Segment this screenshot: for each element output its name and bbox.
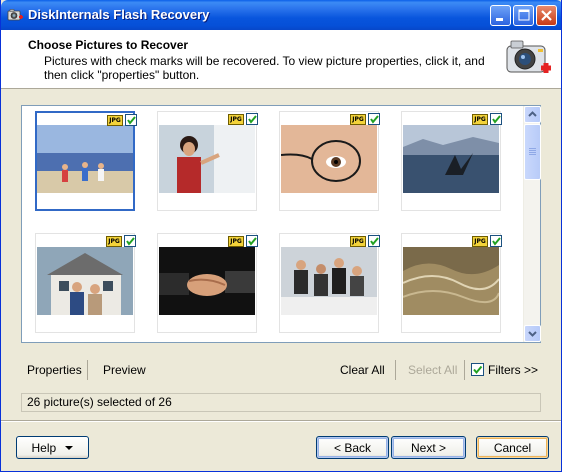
selection-status: 26 picture(s) selected of 26 bbox=[21, 393, 541, 412]
file-type-badge: JPG bbox=[472, 236, 488, 247]
select-all-button[interactable]: Select All bbox=[408, 363, 457, 379]
thumbnail-checkbox[interactable] bbox=[246, 113, 258, 125]
file-type-badge: JPG bbox=[350, 114, 366, 125]
toolbar-divider bbox=[464, 360, 465, 380]
file-type-badge: JPG bbox=[228, 114, 244, 125]
thumbnail-checkbox[interactable] bbox=[368, 113, 380, 125]
cancel-button[interactable]: Cancel bbox=[476, 436, 549, 459]
checkmark-icon bbox=[370, 237, 379, 246]
thumbnail-image-whale bbox=[403, 125, 499, 193]
properties-button[interactable]: Properties bbox=[27, 363, 82, 379]
checkmark-icon bbox=[127, 116, 136, 125]
file-type-badge: JPG bbox=[350, 236, 366, 247]
camera-recovery-icon bbox=[506, 40, 551, 73]
thumbnail-checkbox[interactable] bbox=[490, 235, 502, 247]
vertical-scrollbar[interactable] bbox=[523, 106, 541, 342]
thumbnail-item[interactable]: JPG bbox=[35, 233, 136, 333]
thumbnail-item[interactable]: JPG bbox=[401, 111, 502, 211]
app-icon bbox=[7, 9, 23, 21]
minimize-button[interactable] bbox=[490, 5, 511, 26]
back-button[interactable]: < Back bbox=[316, 436, 389, 459]
page-description: Pictures with check marks will be recove… bbox=[44, 54, 485, 82]
scroll-down-button[interactable] bbox=[524, 325, 541, 342]
thumbnail-image-teacher bbox=[159, 125, 255, 193]
thumbnail-checkbox[interactable] bbox=[125, 114, 137, 126]
preview-button[interactable]: Preview bbox=[103, 363, 146, 379]
thumbnail-image-meeting bbox=[281, 247, 377, 315]
title-bar[interactable]: DiskInternals Flash Recovery bbox=[1, 0, 561, 30]
checkmark-icon bbox=[248, 115, 257, 124]
thumbnail-checkbox[interactable] bbox=[490, 113, 502, 125]
filters-checkbox[interactable] bbox=[471, 363, 484, 376]
thumbnail-item[interactable]: JPG bbox=[279, 111, 380, 211]
thumbnail-image-couple-house bbox=[37, 247, 133, 315]
thumbnail-item[interactable]: JPG bbox=[279, 233, 380, 333]
maximize-icon bbox=[518, 9, 530, 21]
filters-toggle[interactable]: Filters >> bbox=[488, 363, 538, 379]
checkmark-icon bbox=[126, 237, 135, 246]
file-type-badge: JPG bbox=[228, 236, 244, 247]
maximize-button[interactable] bbox=[513, 5, 534, 26]
checkmark-icon bbox=[473, 365, 483, 375]
page-title: Choose Pictures to Recover bbox=[28, 38, 189, 52]
scroll-thumb[interactable] bbox=[524, 124, 541, 180]
minimize-icon bbox=[496, 18, 503, 21]
close-button[interactable] bbox=[536, 5, 557, 26]
wizard-header: Choose Pictures to Recover Pictures with… bbox=[1, 30, 561, 89]
toolbar-divider bbox=[395, 360, 396, 380]
help-button-label: Help bbox=[31, 440, 57, 455]
toolbar-divider bbox=[87, 360, 88, 380]
thumbnail-item[interactable]: JPG bbox=[401, 233, 502, 333]
help-button[interactable]: Help bbox=[16, 436, 89, 459]
checkmark-icon bbox=[370, 115, 379, 124]
window-title: DiskInternals Flash Recovery bbox=[28, 7, 210, 22]
checkmark-icon bbox=[248, 237, 257, 246]
thumbnail-image-wave bbox=[403, 247, 499, 315]
checkmark-icon bbox=[492, 237, 501, 246]
thumbnail-image-beach bbox=[37, 125, 133, 193]
clear-all-button[interactable]: Clear All bbox=[340, 363, 385, 379]
thumbnail-image-eyeglasses bbox=[281, 125, 377, 193]
thumbnail-item[interactable]: JPG bbox=[157, 111, 258, 211]
checkmark-icon bbox=[492, 115, 501, 124]
scroll-up-button[interactable] bbox=[524, 106, 541, 123]
thumbnail-checkbox[interactable] bbox=[124, 235, 136, 247]
footer-divider bbox=[1, 420, 561, 422]
dropdown-arrow-icon bbox=[64, 446, 73, 451]
thumbnail-checkbox[interactable] bbox=[246, 235, 258, 247]
flash-recovery-window: DiskInternals Flash Recovery Choose Pict… bbox=[0, 0, 562, 472]
thumbnail-image-handshake bbox=[159, 247, 255, 315]
thumbnail-item[interactable]: JPG bbox=[35, 111, 137, 211]
chevron-up-icon bbox=[528, 111, 537, 117]
close-icon bbox=[541, 10, 552, 21]
thumbnail-item[interactable]: JPG bbox=[157, 233, 258, 333]
file-type-badge: JPG bbox=[106, 236, 122, 247]
file-type-badge: JPG bbox=[472, 114, 488, 125]
file-type-badge: JPG bbox=[107, 115, 123, 126]
thumbnail-grid: JPG JPG JPG JPG JPG JPG JPG JPG bbox=[22, 106, 522, 342]
next-button[interactable]: Next > bbox=[391, 436, 466, 459]
thumbnail-checkbox[interactable] bbox=[368, 235, 380, 247]
chevron-down-icon bbox=[528, 331, 537, 337]
picture-gallery[interactable]: JPG JPG JPG JPG JPG JPG JPG JPG bbox=[21, 105, 541, 343]
